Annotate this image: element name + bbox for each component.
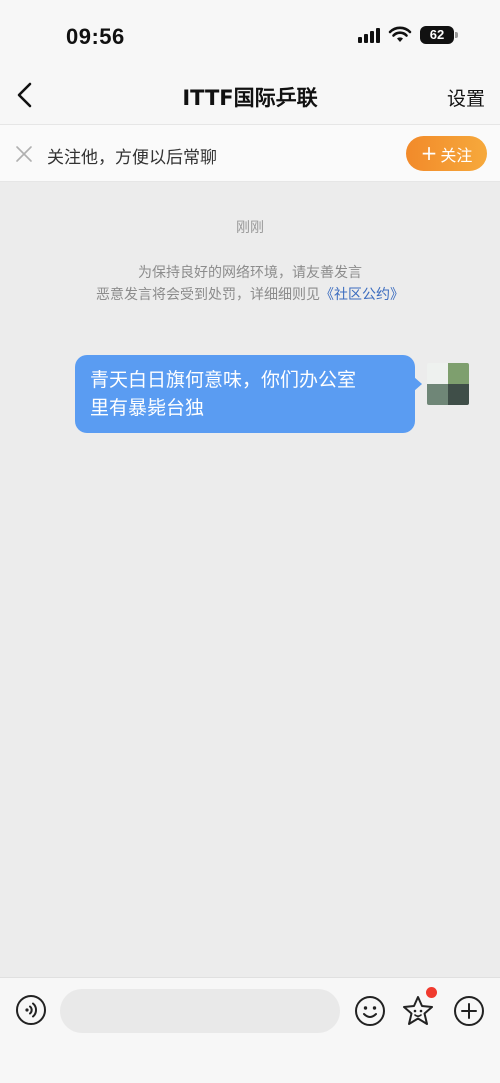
emoji-icon bbox=[355, 996, 385, 1026]
input-bar bbox=[0, 977, 500, 1083]
sticker-icon bbox=[403, 996, 433, 1025]
follow-button[interactable]: + 关注 bbox=[406, 136, 487, 171]
add-button[interactable] bbox=[453, 995, 485, 1027]
notice-line-1: 为保持良好的网络环境，请友善发言 bbox=[138, 265, 362, 281]
community-guidelines-link[interactable]: 《社区公约》 bbox=[320, 287, 404, 303]
voice-icon bbox=[16, 995, 46, 1025]
voice-button[interactable] bbox=[15, 994, 47, 1026]
wifi-icon bbox=[388, 26, 412, 42]
follow-prompt: 关注他，方便以后常聊 bbox=[47, 148, 217, 168]
settings-button[interactable]: 设置 bbox=[447, 84, 485, 111]
notice-line-2-text: 恶意发言将会受到处罚，详细细则见 bbox=[96, 287, 320, 303]
plus-icon: + bbox=[420, 140, 438, 165]
sent-message-bubble[interactable]: 青天白日旗何意味，你们办公室 里有暴毙台独 bbox=[75, 355, 422, 433]
page-title: ITTF国际乒联 bbox=[182, 86, 318, 110]
message-text-line-1: 青天白日旗何意味，你们办公室 bbox=[90, 369, 357, 391]
add-icon bbox=[454, 996, 484, 1026]
signal-icon bbox=[358, 27, 380, 43]
message-text-line-2: 里有暴毙台独 bbox=[90, 397, 205, 419]
status-time: 09:56 bbox=[66, 24, 125, 49]
battery-icon: 62 bbox=[420, 26, 458, 44]
follow-button-label: 关注 bbox=[440, 145, 473, 165]
emoji-button[interactable] bbox=[354, 995, 386, 1027]
status-bar: 09:56 62 bbox=[0, 0, 500, 70]
notification-dot bbox=[426, 987, 437, 998]
avatar[interactable] bbox=[427, 363, 469, 405]
status-icons: 62 bbox=[358, 26, 458, 44]
close-icon[interactable] bbox=[14, 144, 34, 164]
nav-bar: ITTF国际乒联 设置 bbox=[0, 70, 500, 124]
community-notice: 为保持良好的网络环境，请友善发言 恶意发言将会受到处罚，详细细则见《社区公约》 bbox=[0, 262, 500, 306]
message-timestamp: 刚刚 bbox=[236, 220, 264, 236]
sticker-button[interactable] bbox=[401, 994, 435, 1028]
message-input[interactable] bbox=[60, 989, 340, 1033]
follow-banner: 关注他，方便以后常聊 + 关注 bbox=[0, 124, 500, 182]
notice-line-2: 恶意发言将会受到处罚，详细细则见《社区公约》 bbox=[0, 284, 500, 306]
